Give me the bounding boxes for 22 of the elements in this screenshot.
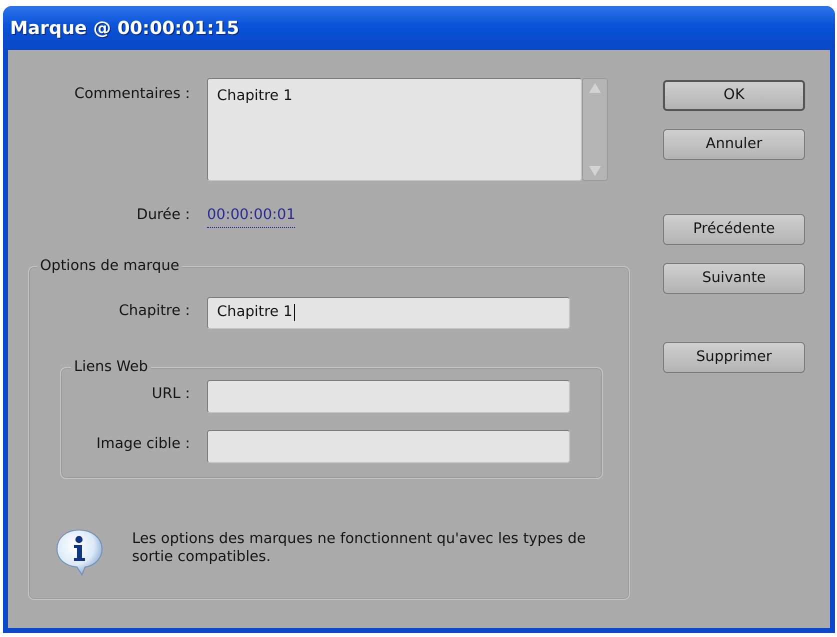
dialog-button[interactable]: OK	[663, 80, 805, 111]
scrollbar[interactable]	[582, 78, 608, 181]
up-arrow-icon	[589, 83, 601, 93]
chapter-field[interactable]: Chapitre 1	[207, 296, 570, 329]
target-image-label: Image cible :	[95, 434, 190, 454]
comments-field[interactable]: Chapitre 1	[207, 78, 582, 181]
url-label: URL :	[150, 384, 190, 404]
group-title: Options de marque	[37, 258, 182, 274]
info-icon	[55, 528, 104, 576]
info-text: Les options des marques ne fonctionnent qu'avec les types de sortie compatibles.	[132, 530, 587, 566]
dialog-button[interactable]: Suivante	[663, 263, 805, 294]
duration-label: Durée :	[136, 206, 190, 225]
comments-label: Commentaires :	[73, 85, 190, 104]
chapter-label: Chapitre :	[118, 302, 190, 321]
window-title: Marque @ 00:00:01:15	[10, 16, 240, 40]
down-arrow-icon	[589, 166, 601, 176]
target-image-field[interactable]	[207, 430, 570, 463]
dialog-button[interactable]: Précédente	[663, 214, 805, 245]
dialog-button[interactable]: Supprimer	[663, 342, 805, 373]
duration-value[interactable]: 00:00:00:01	[207, 205, 296, 228]
url-field[interactable]	[207, 380, 570, 413]
dialog-button[interactable]: Annuler	[663, 129, 805, 160]
